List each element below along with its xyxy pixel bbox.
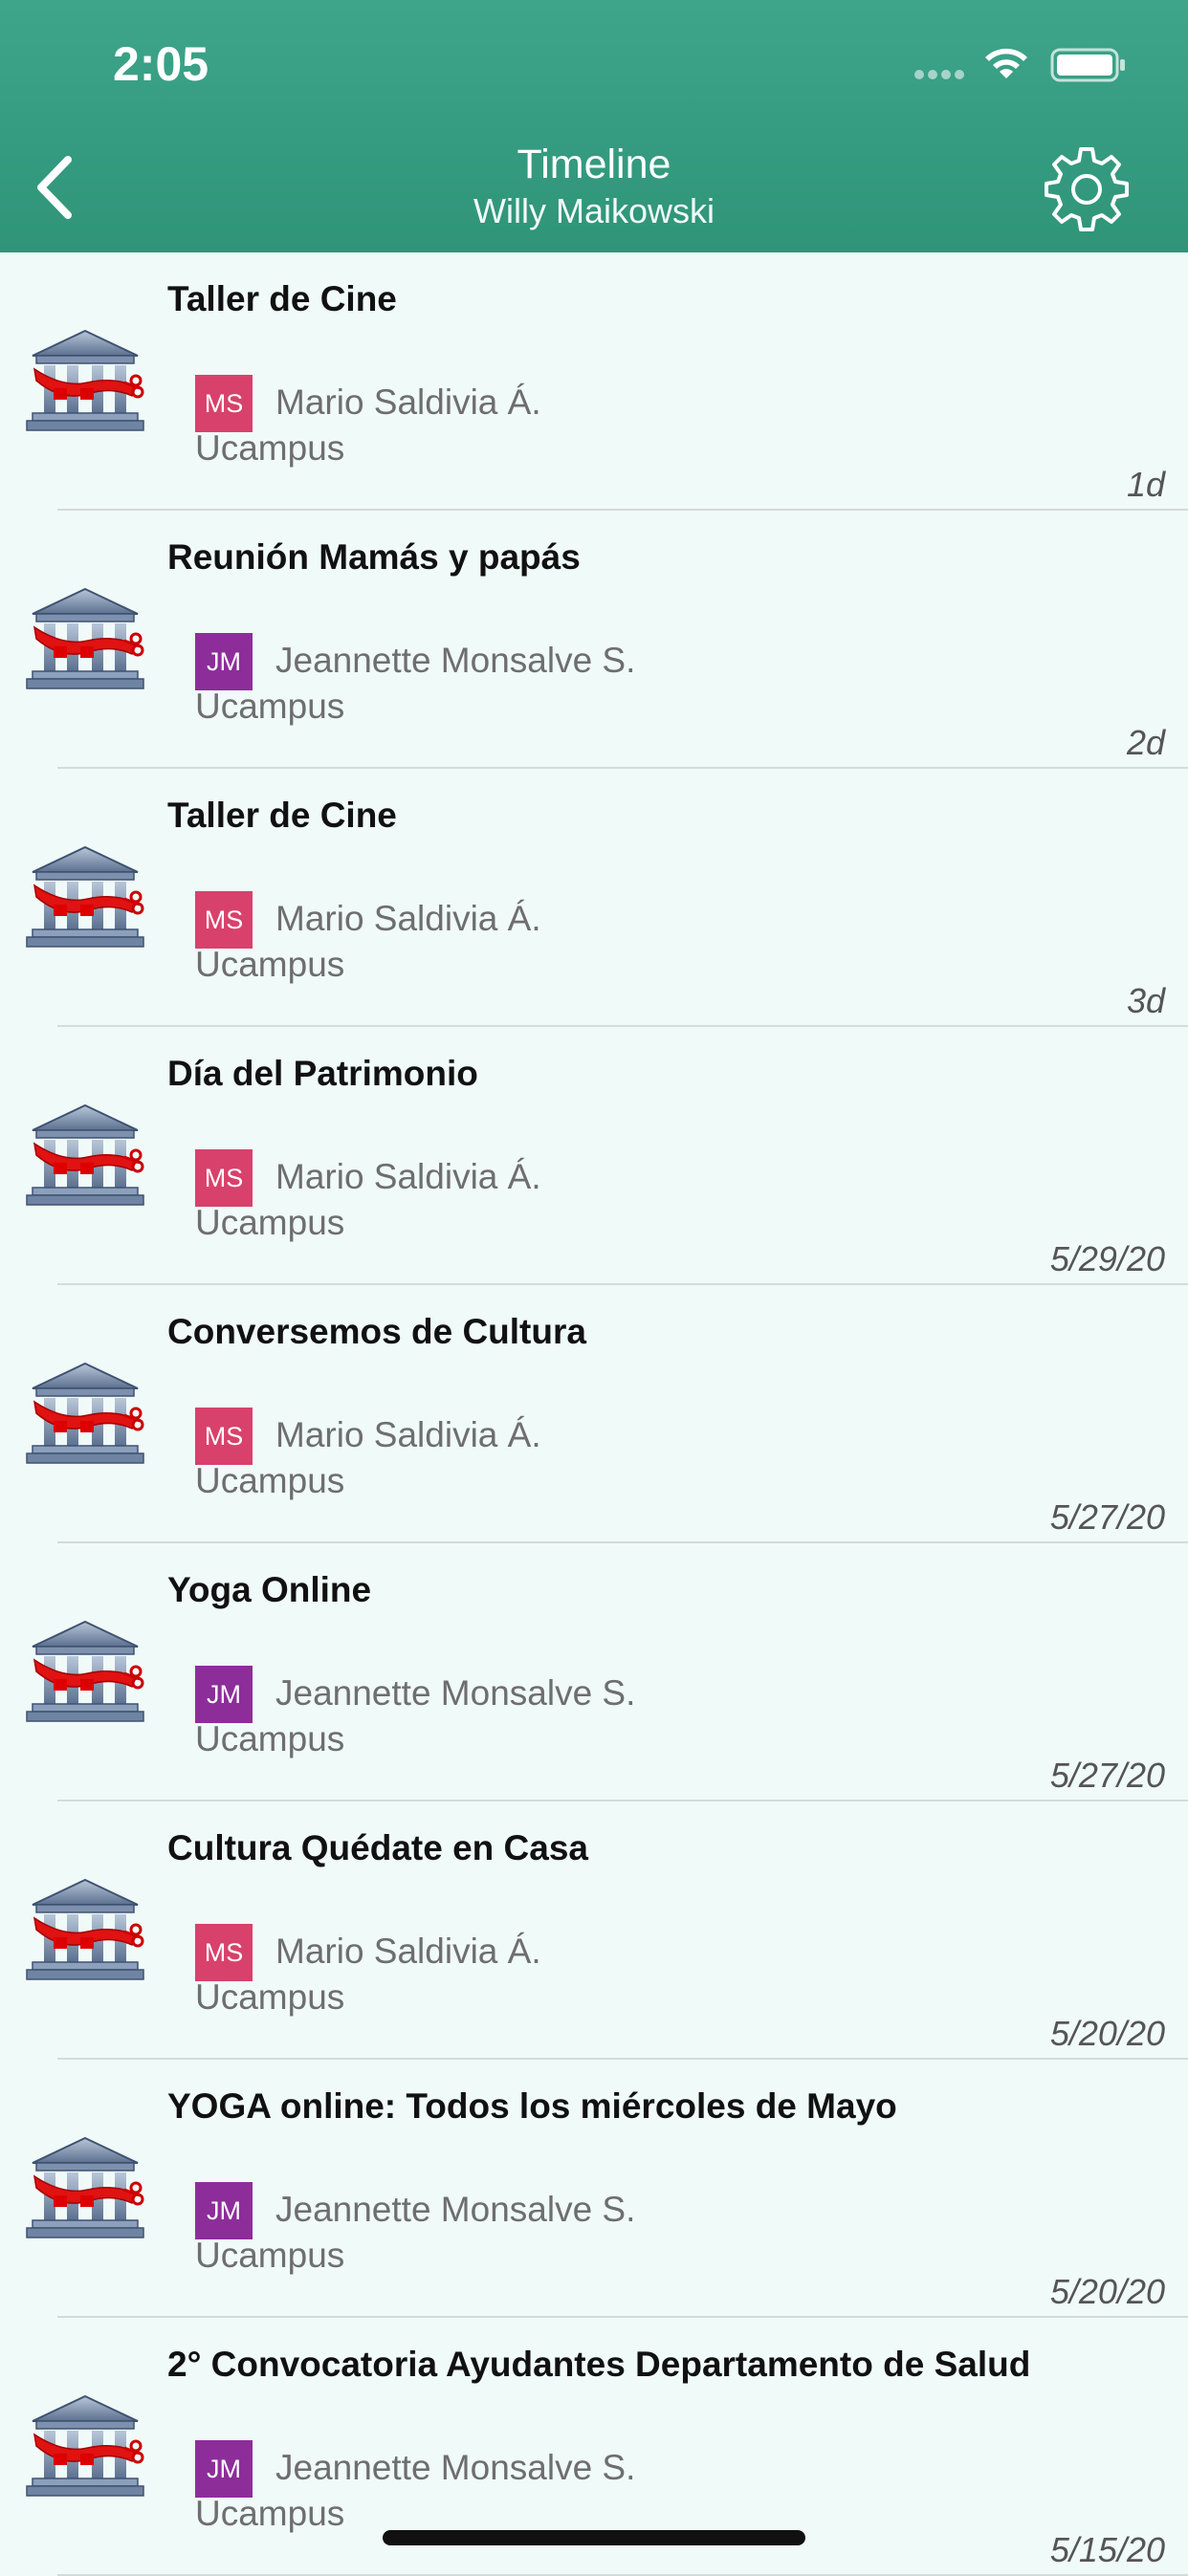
item-title: Conversemos de Cultura: [167, 1312, 586, 1351]
item-source: Ucampus: [195, 687, 345, 726]
item-source: Ucampus: [195, 1977, 345, 2017]
author-name: Mario Saldivia Á.: [275, 1415, 541, 1454]
institution-building-icon: [26, 1620, 144, 1722]
timeline-item[interactable]: Yoga Online JM Jeannette Monsalve S. Uca…: [0, 1543, 1188, 1801]
author-name: Mario Saldivia Á.: [275, 1157, 541, 1196]
author-avatar: MS: [195, 891, 253, 949]
chevron-left-icon: [37, 156, 72, 219]
item-date: 5/29/20: [1049, 1239, 1165, 1278]
item-title: YOGA online: Todos los miércoles de Mayo: [167, 2086, 897, 2126]
item-date: 5/20/20: [1049, 2014, 1165, 2053]
timeline-item[interactable]: Reunión Mamás y papás JM Jeannette Monsa…: [0, 511, 1188, 769]
timeline-item[interactable]: YOGA online: Todos los miércoles de Mayo…: [0, 2060, 1188, 2318]
item-title: Yoga Online: [167, 1570, 372, 1609]
item-title: Cultura Quédate en Casa: [167, 1828, 589, 1867]
item-date: 5/27/20: [1049, 1756, 1165, 1795]
item-title: Taller de Cine: [167, 279, 397, 318]
timeline-item[interactable]: Conversemos de Cultura MS Mario Saldivia…: [0, 1285, 1188, 1543]
author-name: Mario Saldivia Á.: [275, 899, 541, 938]
wifi-icon: [985, 48, 1027, 78]
title-block: Timeline Willy Maikowski: [307, 140, 881, 233]
author-avatar: MS: [195, 1924, 253, 1981]
item-title: Taller de Cine: [167, 796, 397, 835]
item-source: Ucampus: [195, 2494, 345, 2533]
item-title: Reunión Mamás y papás: [167, 537, 581, 577]
home-indicator: [383, 2530, 805, 2545]
battery-icon: [1050, 48, 1125, 82]
author-name: Mario Saldivia Á.: [275, 382, 541, 422]
timeline-item[interactable]: Día del Patrimonio MS Mario Saldivia Á. …: [0, 1027, 1188, 1285]
navigation-header: 2:05 Timeline Willy Maikowski: [0, 0, 1188, 252]
institution-building-icon: [26, 1878, 144, 1980]
page-title: Timeline: [517, 142, 671, 187]
item-source: Ucampus: [195, 945, 345, 984]
status-time: 2:05: [113, 37, 209, 91]
item-date: 1d: [1126, 465, 1165, 504]
author-avatar: JM: [195, 1666, 253, 1723]
item-title: Día del Patrimonio: [167, 1054, 478, 1093]
item-date: 5/15/20: [1049, 2530, 1165, 2569]
page-subtitle: Willy Maikowski: [473, 191, 715, 230]
item-date: 3d: [1126, 981, 1165, 1020]
item-source: Ucampus: [195, 1461, 345, 1500]
item-source: Ucampus: [195, 428, 345, 468]
item-source: Ucampus: [195, 1203, 345, 1242]
item-source: Ucampus: [195, 2236, 345, 2275]
gear-icon: [1045, 147, 1129, 231]
institution-building-icon: [26, 329, 144, 431]
author-name: Jeannette Monsalve S.: [275, 1673, 636, 1713]
author-avatar: MS: [195, 375, 253, 432]
author-name: Mario Saldivia Á.: [275, 1932, 541, 1971]
timeline-item[interactable]: Taller de Cine MS Mario Saldivia Á. Ucam…: [0, 769, 1188, 1027]
item-date: 5/20/20: [1049, 2272, 1165, 2311]
author-avatar: JM: [195, 2182, 253, 2239]
back-button[interactable]: [21, 149, 88, 226]
item-date: 5/27/20: [1049, 1497, 1165, 1537]
author-name: Jeannette Monsalve S.: [275, 2190, 636, 2229]
item-source: Ucampus: [195, 1719, 345, 1758]
institution-building-icon: [26, 1362, 144, 1464]
institution-building-icon: [26, 587, 144, 689]
cellular-signal-icon: [914, 67, 968, 84]
institution-building-icon: [26, 1103, 144, 1206]
author-name: Jeannette Monsalve S.: [275, 2448, 636, 2487]
institution-building-icon: [26, 2136, 144, 2238]
timeline-list: Taller de Cine MS Mario Saldivia Á. Ucam…: [0, 252, 1188, 2576]
author-name: Jeannette Monsalve S.: [275, 641, 636, 680]
timeline-item[interactable]: Cultura Quédate en Casa MS Mario Saldivi…: [0, 1801, 1188, 2060]
author-avatar: JM: [195, 633, 253, 690]
item-title: 2° Convocatoria Ayudantes Departamento d…: [167, 2345, 1031, 2384]
timeline-item[interactable]: Taller de Cine MS Mario Saldivia Á. Ucam…: [0, 252, 1188, 511]
institution-building-icon: [26, 845, 144, 948]
author-avatar: MS: [195, 1408, 253, 1465]
author-avatar: MS: [195, 1149, 253, 1207]
author-avatar: JM: [195, 2440, 253, 2498]
settings-button[interactable]: [1041, 143, 1133, 235]
institution-building-icon: [26, 2394, 144, 2497]
item-date: 2d: [1126, 723, 1165, 762]
